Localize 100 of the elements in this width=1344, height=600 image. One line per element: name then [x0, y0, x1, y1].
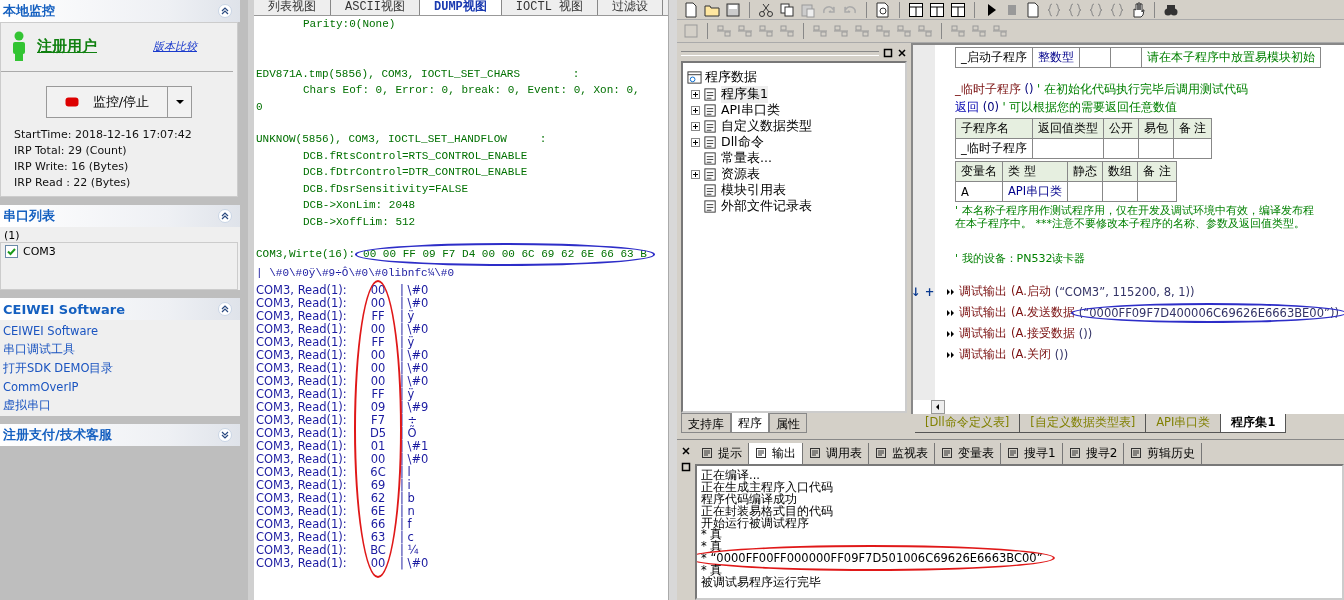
- read-label: COM3, Read(1):: [256, 452, 348, 466]
- output-line: 被调试易程序运行完毕: [701, 575, 821, 589]
- node-icon: [703, 134, 718, 150]
- read-label: COM3, Read(1):: [256, 478, 348, 492]
- read-char: | \#0: [400, 296, 429, 310]
- tree-item[interactable]: API串口类: [721, 101, 780, 119]
- grid-icon[interactable]: [929, 1, 945, 18]
- output-tab[interactable]: 调用表: [803, 442, 869, 464]
- output-tab[interactable]: 搜寻2: [1062, 442, 1125, 464]
- read-byte: 66: [369, 517, 387, 531]
- tree-item[interactable]: 程序数据: [705, 69, 757, 86]
- read-byte: 00: [369, 322, 387, 336]
- tree-item[interactable]: 程序集1: [721, 85, 768, 103]
- output-tab[interactable]: 剪辑历史: [1124, 442, 1203, 464]
- brace-icon[interactable]: [1067, 1, 1083, 18]
- view-tab[interactable]: DUMP视图: [420, 0, 502, 15]
- copy-icon[interactable]: [779, 1, 795, 18]
- hex-bytes: 00 00 FF 09 F7 D4 00 00 6C 69 62 6E 66 63 B: [363, 246, 647, 263]
- read-char: | b: [400, 491, 415, 505]
- table-cell: 整数型: [1032, 47, 1080, 68]
- expand-icon[interactable]: [691, 89, 700, 99]
- node-icon: [703, 150, 718, 166]
- panel-header[interactable]: 串口列表: [0, 205, 240, 227]
- port-label: COM3: [23, 245, 56, 258]
- sidebar-link[interactable]: CommOverIP: [3, 380, 237, 394]
- table-cell: _临时子程序: [955, 138, 1033, 159]
- code-token: (“COM3”, 115200, 8, 1)): [1054, 284, 1195, 299]
- output-tab[interactable]: 输出: [749, 442, 803, 464]
- dropdown-button[interactable]: [168, 86, 193, 118]
- column-header: 备 注: [1137, 161, 1177, 182]
- paste-icon[interactable]: [800, 1, 816, 18]
- brace-icon[interactable]: [1109, 1, 1125, 18]
- page-icon[interactable]: [1025, 1, 1041, 18]
- read-char: | \#0: [400, 361, 429, 375]
- expand-icon[interactable]: [691, 169, 700, 179]
- code-token: (): [1023, 82, 1035, 96]
- panel-tab[interactable]: 程序: [731, 413, 769, 433]
- find-icon[interactable]: [875, 1, 891, 18]
- read-byte: FF: [370, 387, 386, 401]
- output-line: 正在编译...: [701, 468, 760, 482]
- tree-item[interactable]: 常量表...: [721, 149, 772, 167]
- panel-header[interactable]: 注册支付/技术客服: [0, 424, 240, 446]
- read-label: COM3, Read(1):: [256, 296, 348, 310]
- sidebar-link[interactable]: 串口调试工具: [3, 342, 237, 357]
- table-cell: API串口类: [1002, 181, 1068, 202]
- log-line: DCB->XoffLim: 512: [302, 214, 417, 230]
- page-icon[interactable]: [683, 1, 699, 18]
- read-char: | ¼: [400, 543, 419, 557]
- scroll-left-icon[interactable]: [931, 400, 945, 414]
- code-token: (A.关闭: [1011, 347, 1051, 362]
- brace-icon[interactable]: [1088, 1, 1104, 18]
- monitor-stop-button[interactable]: 监控/停止: [45, 86, 169, 118]
- code-token: 调试输出: [959, 284, 1007, 299]
- sidebar-link[interactable]: 打开SDK DEMO目录: [3, 361, 237, 376]
- output-tab[interactable]: 变量表: [935, 442, 1001, 464]
- brace-icon[interactable]: [1046, 1, 1062, 18]
- registered-user-link[interactable]: 注册用户: [37, 36, 153, 56]
- panel-header[interactable]: CEIWEI Software: [0, 298, 240, 320]
- read-label: COM3, Read(1):: [256, 465, 348, 479]
- scrollbar[interactable]: [668, 0, 677, 600]
- read-byte: 00: [369, 361, 387, 375]
- grid-icon[interactable]: [950, 1, 966, 18]
- expand-icon[interactable]: [691, 105, 700, 115]
- read-byte: 6E: [369, 504, 387, 518]
- collapse-icon[interactable]: [218, 302, 232, 316]
- panel-header[interactable]: 本地监控: [0, 0, 240, 22]
- code-token: 调试输出: [959, 326, 1007, 341]
- checkbox[interactable]: [5, 245, 18, 258]
- sidebar-link[interactable]: 虚拟串口: [3, 398, 237, 413]
- read-char: | n: [400, 504, 415, 518]
- expand-icon[interactable]: [691, 121, 700, 131]
- expand-icon[interactable]: [691, 137, 700, 147]
- grid-icon[interactable]: [908, 1, 924, 18]
- save-icon[interactable]: [725, 1, 741, 18]
- double-triangle-icon: [947, 288, 955, 295]
- tree-item[interactable]: Dll命令: [721, 133, 764, 151]
- panel-tab[interactable]: 支持库: [681, 413, 731, 433]
- column-header: 静态: [1067, 161, 1103, 182]
- output-tab[interactable]: 搜寻1: [1001, 442, 1063, 464]
- output-tab[interactable]: 监视表: [869, 442, 935, 464]
- panel-tab[interactable]: 属性: [769, 413, 807, 433]
- close-icon[interactable]: [681, 446, 691, 456]
- hand-icon[interactable]: [1130, 1, 1146, 18]
- view-tab[interactable]: 列表视图: [254, 0, 331, 15]
- restore-icon[interactable]: [883, 48, 893, 58]
- version-compare-link[interactable]: 版本比较: [153, 38, 197, 54]
- scissors-icon[interactable]: [758, 1, 774, 18]
- tree-item[interactable]: 自定义数据类型: [721, 117, 812, 135]
- tree-item[interactable]: 外部文件记录表: [721, 197, 812, 215]
- view-tab[interactable]: 过滤设: [598, 0, 664, 15]
- sidebar-link[interactable]: CEIWEI Software: [3, 324, 237, 338]
- collapse-icon[interactable]: [218, 4, 232, 18]
- column-header: 公开: [1103, 118, 1139, 139]
- restore-icon[interactable]: [681, 462, 691, 472]
- tree-item[interactable]: 资源表: [721, 165, 760, 183]
- view-tab[interactable]: IOCTL 视图: [501, 0, 599, 15]
- close-icon[interactable]: [897, 48, 907, 58]
- collapse-icon[interactable]: [218, 209, 232, 223]
- editor-tab[interactable]: 程序集1: [1221, 414, 1287, 433]
- tree-item[interactable]: 模块引用表: [721, 181, 786, 199]
